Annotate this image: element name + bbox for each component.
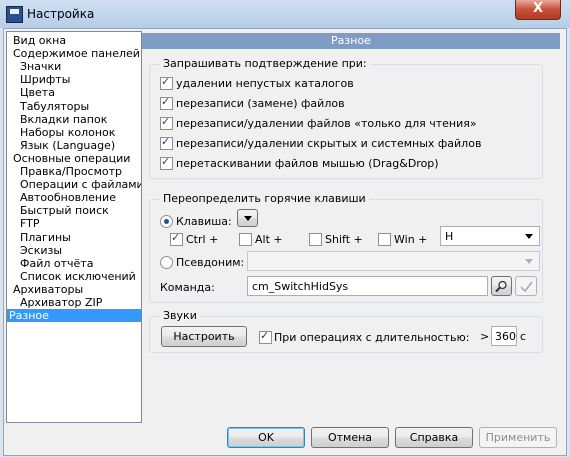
tree-item[interactable]: Архиваторы	[11, 283, 85, 296]
tree-item[interactable]: FTP	[18, 217, 42, 230]
command-input[interactable]: cm_SwitchHidSys	[247, 276, 488, 296]
dialog-client: Вид окна Содержимое панелей Значки Шрифты Цв…	[3, 28, 567, 456]
tree-item[interactable]: Автообновление	[18, 191, 118, 204]
tree-item[interactable]: Правка/Просмотр	[18, 165, 124, 178]
alias-select[interactable]	[247, 251, 540, 271]
alt-checkbox[interactable]	[239, 233, 252, 246]
confirm-command-button[interactable]	[515, 276, 537, 296]
tree-item[interactable]: Файл отчёта	[18, 257, 95, 270]
chevron-down-icon	[244, 216, 252, 221]
tree-item[interactable]: Табуляторы	[18, 100, 91, 113]
section-header: Разное	[142, 33, 560, 49]
ctrl-checkbox[interactable]	[170, 231, 183, 246]
tree-item[interactable]: Язык (Language)	[18, 139, 117, 152]
tree-item[interactable]: Содержимое панелей	[11, 47, 141, 60]
tree-item[interactable]: Список исключений	[18, 270, 138, 283]
ok-button[interactable]: OK	[227, 427, 305, 448]
confirm-option-label: перезаписи (замене) файлов	[176, 97, 345, 110]
alt-label: Alt +	[255, 233, 283, 246]
tree-item[interactable]: Шрифты	[18, 73, 72, 86]
key-select[interactable]: H	[440, 226, 540, 246]
duration-checkbox[interactable]	[259, 329, 272, 344]
key-label: Клавиша:	[176, 215, 232, 228]
tree-item[interactable]: Вкладки папок	[18, 113, 109, 126]
check-icon	[520, 281, 533, 293]
confirm-checkbox[interactable]	[160, 115, 173, 130]
close-button[interactable]: X	[515, 0, 561, 20]
cancel-button[interactable]: Отмена	[311, 427, 389, 448]
chevron-down-icon	[525, 234, 533, 239]
alias-radio[interactable]	[160, 256, 173, 269]
settings-tree[interactable]: Вид окна Содержимое панелей Значки Шрифты Цв…	[6, 31, 142, 423]
confirm-option-label: перетаскивании файлов мышью (Drag&Drop)	[176, 157, 439, 170]
app-icon	[6, 6, 23, 23]
duration-seconds-input[interactable]: 360	[491, 326, 517, 346]
key-picker-button[interactable]	[237, 209, 258, 227]
confirm-option-label: перезаписи/удалении файлов «только для ч…	[176, 117, 477, 130]
title-bar: Настройка X	[0, 0, 570, 28]
ctrl-label: Ctrl +	[186, 233, 219, 246]
seconds-unit: с	[520, 330, 527, 343]
tree-item[interactable]: Значки	[18, 60, 63, 73]
duration-seconds-value: 360	[495, 330, 516, 343]
command-label: Команда:	[160, 281, 215, 294]
alias-label: Псевдоним:	[176, 256, 245, 269]
apply-button[interactable]: Применить	[479, 427, 557, 448]
confirm-checkbox[interactable]	[160, 135, 173, 150]
tree-item[interactable]: Операции с файлами	[18, 178, 141, 191]
tree-item[interactable]: Основные операции	[11, 152, 132, 165]
tree-item[interactable]: Цвета	[18, 86, 57, 99]
duration-label: При операциях с длительностью:	[274, 331, 470, 344]
search-icon	[495, 280, 507, 293]
chevron-down-icon	[525, 259, 533, 264]
shift-checkbox[interactable]	[309, 233, 322, 246]
confirm-checkbox[interactable]	[160, 75, 173, 90]
key-select-value: H	[445, 230, 454, 243]
tree-item[interactable]: Эскизы	[18, 244, 64, 257]
sounds-group-title: Звуки	[160, 310, 200, 322]
confirm-checkbox[interactable]	[160, 95, 173, 110]
confirm-checkbox[interactable]	[160, 155, 173, 170]
tree-item[interactable]: Быстрый поиск	[18, 204, 111, 217]
win-checkbox[interactable]	[378, 233, 391, 246]
tree-item[interactable]: Плагины	[18, 231, 73, 244]
confirm-group-title: Запрашивать подтверждение при:	[160, 58, 370, 70]
win-label: Win +	[394, 233, 428, 246]
greater-than-sign: >	[480, 330, 490, 343]
confirm-option-label: перезаписи/удалении скрытых и системных …	[176, 137, 482, 150]
configure-sounds-button[interactable]: Настроить	[161, 326, 247, 347]
search-command-button[interactable]	[491, 276, 512, 296]
key-radio[interactable]	[160, 215, 173, 228]
tree-item[interactable]: Разное	[7, 309, 141, 323]
window-title: Настройка	[27, 7, 95, 21]
shift-label: Shift +	[325, 233, 363, 246]
hotkeys-group-title: Переопределить горячие клавиши	[160, 193, 369, 205]
help-button[interactable]: Справка	[395, 427, 473, 448]
confirm-option-label: удалении непустых каталогов	[176, 77, 354, 90]
tree-item[interactable]: Архиватор ZIP	[18, 296, 104, 309]
command-input-value: cm_SwitchHidSys	[252, 280, 349, 293]
tree-item[interactable]: Наборы колонок	[18, 126, 117, 139]
tree-item[interactable]: Вид окна	[11, 34, 68, 47]
